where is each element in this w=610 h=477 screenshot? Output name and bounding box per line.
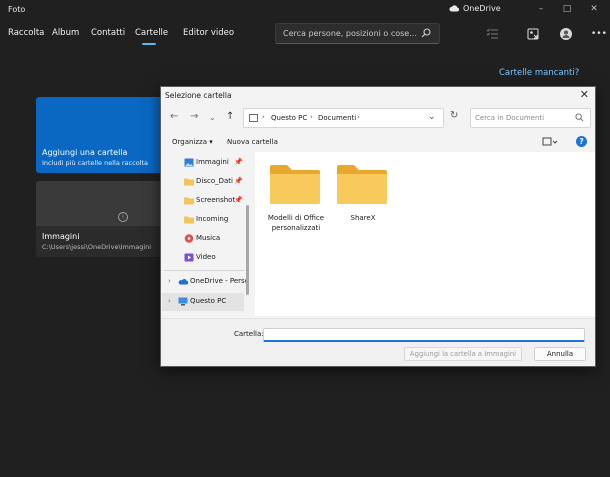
breadcrumb-separator: › (310, 113, 313, 121)
pane-divider (164, 270, 244, 271)
nav-item-questo-pc[interactable]: › Questo PC (162, 293, 244, 311)
cancel-button[interactable]: Annulla (534, 347, 586, 361)
add-folder-card[interactable]: Aggiungi una cartella Includi più cartel… (36, 97, 163, 173)
folder-item-modelli-office[interactable]: Modelli di Office personalizzati (255, 163, 325, 253)
help-icon[interactable]: ? (576, 136, 587, 147)
dialog-close-button[interactable]: ✕ (580, 88, 589, 101)
folder-icon (184, 197, 194, 205)
folder-label: ShareX (350, 214, 376, 222)
add-folder-button[interactable]: Aggiungi la cartella a Immagini (404, 347, 522, 361)
chevron-right-icon[interactable]: › (168, 297, 171, 305)
folder-icon (184, 216, 194, 224)
breadcrumb-questo-pc[interactable]: Questo PC (271, 114, 307, 122)
more-options-icon[interactable]: ••• (591, 29, 607, 39)
title-bar: Foto OneDrive – □ ✕ (0, 0, 610, 20)
forward-arrow-icon[interactable]: → (190, 111, 198, 122)
nav-item-onedrive[interactable]: › OneDrive - Perso (162, 273, 249, 291)
new-folder-button[interactable]: Nuova cartella (227, 138, 278, 146)
breadcrumb-separator: › (262, 113, 265, 121)
dialog-search-placeholder: Cerca in Documenti (475, 114, 545, 122)
organize-menu[interactable]: Organizza ▾ (172, 138, 213, 146)
app-title: Foto (8, 5, 26, 14)
nav-item-screenshot[interactable]: Screenshot 📌 (162, 192, 244, 210)
dialog-search-input[interactable]: Cerca in Documenti (470, 108, 591, 128)
nav-item-video[interactable]: Video (162, 249, 244, 267)
folder-field-label: Cartella: (234, 330, 264, 338)
nav-item-label: Immagini (196, 158, 229, 166)
import-icon[interactable] (526, 27, 540, 41)
select-list-icon[interactable] (486, 27, 500, 41)
organize-label: Organizza (172, 138, 208, 146)
nav-item-label: Incoming (196, 215, 229, 223)
nav-item-incoming[interactable]: Incoming (162, 211, 244, 229)
add-folder-title: Aggiungi una cartella (42, 148, 128, 157)
search-placeholder: Cerca persone, posizioni o cose... (283, 29, 417, 38)
pin-icon: 📌 (234, 177, 243, 185)
chevron-right-icon[interactable]: › (168, 277, 171, 285)
tab-contatti[interactable]: Contatti (91, 28, 125, 38)
nav-item-musica[interactable]: Musica (162, 230, 244, 248)
selected-tab-indicator (142, 43, 156, 45)
main-search-input[interactable]: Cerca persone, posizioni o cose... (275, 23, 440, 44)
images-icon (184, 158, 194, 167)
refresh-icon[interactable]: ↻ (450, 110, 458, 121)
nav-item-label: Screenshot (196, 196, 236, 204)
view-options-icon[interactable] (542, 137, 558, 147)
folder-card-title: Immagini (42, 232, 80, 241)
info-icon[interactable]: i (118, 212, 128, 222)
minimize-button[interactable]: – (534, 3, 548, 15)
address-dropdown-icon[interactable]: ⌄ (428, 112, 436, 122)
onedrive-status[interactable]: OneDrive (449, 4, 501, 13)
folder-thumbnail (36, 181, 163, 226)
up-arrow-icon[interactable]: ↑ (226, 111, 234, 122)
folder-card-immagini[interactable]: i Immagini C:\Users\jessi\OneDrive\Immag… (36, 181, 163, 257)
breadcrumb-documenti[interactable]: Documenti (318, 114, 356, 122)
back-arrow-icon[interactable]: ← (170, 111, 178, 122)
onedrive-label: OneDrive (463, 4, 501, 13)
close-window-button[interactable]: ✕ (587, 3, 601, 15)
breadcrumb-separator: › (357, 113, 360, 121)
maximize-button[interactable]: □ (560, 3, 574, 15)
tab-editor-video[interactable]: Editor video (183, 28, 234, 38)
tab-album[interactable]: Album (52, 28, 79, 38)
account-avatar-icon[interactable] (559, 27, 573, 41)
folder-content-area: Modelli di Office personalizzati ShareX (255, 152, 595, 316)
missing-folders-link[interactable]: Cartelle mancanti? (499, 68, 579, 78)
nav-item-immagini[interactable]: Immagini 📌 (162, 154, 244, 172)
nav-item-label: Questo PC (190, 297, 227, 305)
dialog-footer: Cartella: Aggiungi la cartella a Immagin… (161, 318, 595, 366)
nav-item-label: OneDrive - Perso (190, 277, 249, 285)
folder-icon (270, 165, 320, 204)
onedrive-icon (178, 278, 188, 285)
computer-icon (178, 297, 188, 306)
tab-cartelle[interactable]: Cartelle (135, 28, 168, 38)
nav-item-label: Disco_Dati (196, 177, 233, 185)
recent-locations-icon[interactable]: ⌄ (209, 113, 216, 122)
address-bar[interactable]: › Questo PC › Documenti › ⌄ (243, 108, 444, 128)
nav-item-disco-dati[interactable]: Disco_Dati 📌 (162, 173, 244, 191)
nav-pane-scrollbar[interactable] (246, 205, 249, 295)
folder-item-sharex[interactable]: ShareX (322, 163, 392, 253)
search-icon[interactable] (421, 28, 431, 38)
pin-icon: 📌 (234, 196, 243, 204)
nav-item-label: Musica (196, 234, 221, 242)
cloud-icon (449, 5, 459, 12)
search-icon[interactable] (575, 113, 584, 122)
video-icon (184, 253, 194, 262)
folder-icon (184, 178, 194, 186)
folder-icon (337, 165, 387, 204)
folder-card-path: C:\Users\jessi\OneDrive\Immagini (42, 243, 152, 251)
music-icon (184, 234, 194, 243)
add-folder-subtitle: Includi più cartelle nella raccolta (42, 159, 149, 167)
navigation-pane: Immagini 📌 Disco_Dati 📌 Screenshot 📌 Inc… (162, 152, 253, 317)
tab-raccolta[interactable]: Raccolta (8, 28, 44, 38)
folder-picker-dialog: Selezione cartella ✕ ← → ⌄ ↑ › Questo PC… (160, 86, 596, 367)
folder-name-field[interactable] (263, 328, 585, 342)
pin-icon: 📌 (234, 158, 243, 166)
dialog-title: Selezione cartella (165, 91, 232, 100)
computer-icon (249, 114, 258, 122)
nav-item-label: Video (196, 253, 216, 261)
